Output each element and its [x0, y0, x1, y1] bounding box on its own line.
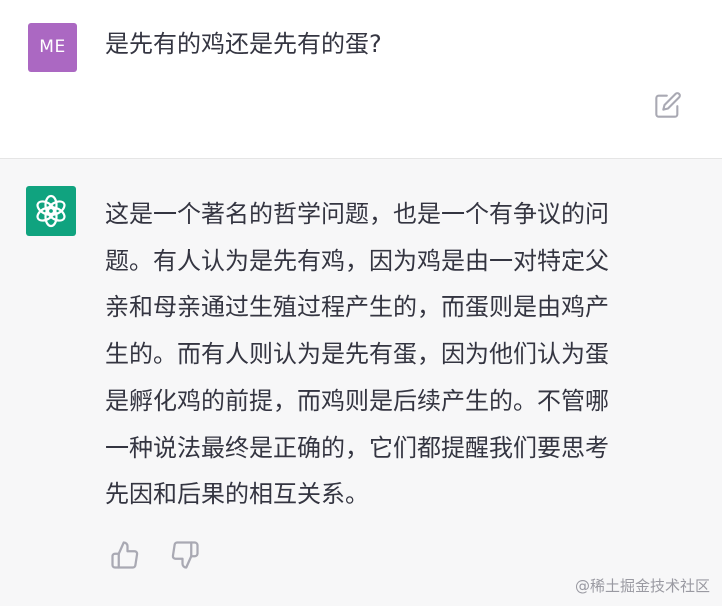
- user-question-text: 是先有的鸡还是先有的蛋?: [105, 30, 382, 58]
- answer-line: 一种说法最终是正确的，它们都提醒我们要思考: [105, 433, 609, 462]
- thumbs-up-icon[interactable]: [110, 540, 140, 570]
- user-message-row: ME 是先有的鸡还是先有的蛋?: [0, 0, 722, 159]
- answer-line: 这是一个著名的哲学问题，也是一个有争议的问: [105, 200, 609, 228]
- answer-line: 先因和后果的相互关系。: [105, 480, 369, 509]
- assistant-avatar: [26, 186, 76, 236]
- answer-line: 亲和母亲通过生殖过程产生的，而蛋则是由鸡产: [105, 293, 609, 322]
- openai-logo-icon: [36, 194, 66, 228]
- answer-line: 生的。而有人则认为是先有蛋，因为他们认为蛋: [105, 340, 609, 369]
- watermark: @稀土掘金技术社区: [574, 577, 710, 595]
- answer-line: 是孵化鸡的前提，而鸡则是后续产生的。不管哪: [105, 386, 609, 415]
- thumbs-down-icon[interactable]: [170, 540, 200, 570]
- edit-icon[interactable]: [654, 91, 682, 119]
- assistant-answer-text: 这是一个著名的哲学问题，也是一个有争议的问 题。有人认为是先有鸡，因为鸡是由一对…: [105, 191, 705, 518]
- answer-line: 题。有人认为是先有鸡，因为鸡是由一对特定父: [105, 246, 609, 275]
- user-avatar: ME: [28, 23, 77, 72]
- assistant-message-row: 这是一个著名的哲学问题，也是一个有争议的问 题。有人认为是先有鸡，因为鸡是由一对…: [0, 159, 722, 606]
